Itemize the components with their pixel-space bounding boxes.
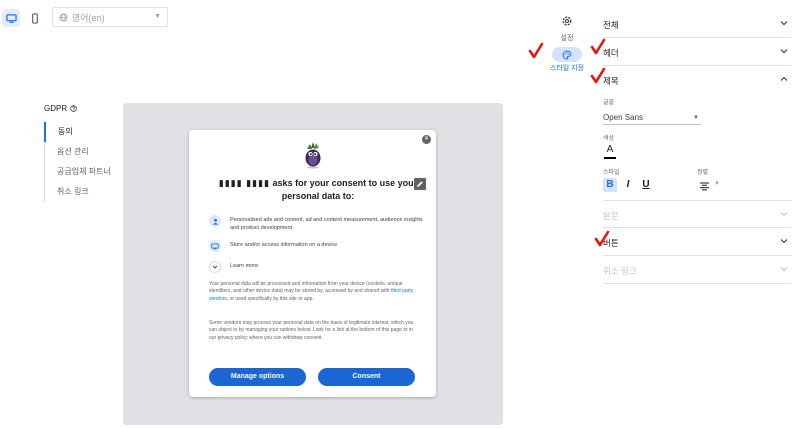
language-value: 영어(en) xyxy=(72,12,105,23)
gdpr-nav-list: 동의 옵션 관리 공급업체 파트너 취소 링크 xyxy=(44,122,114,202)
editor-root: 영어(en) ▼ 설정 스타일 지정 GDPR 동의 옵션 관리 공급업체 파트… xyxy=(0,0,800,428)
gdpr-title: GDPR xyxy=(44,102,114,114)
manage-options-button[interactable]: Manage options xyxy=(209,368,306,386)
align-label: 정렬 xyxy=(697,170,709,176)
check-mark-annotation xyxy=(528,42,544,59)
section-buttons[interactable]: 버튼 xyxy=(603,228,791,256)
consent-body-paragraph: Your personal data will be processed and… xyxy=(209,281,417,303)
purpose-text: Store and/or access information on a dev… xyxy=(230,242,338,248)
globe-icon xyxy=(59,12,68,22)
section-general[interactable]: 전체 xyxy=(603,10,791,38)
style-tab-pill xyxy=(552,47,582,62)
nav-item-vendor-partners[interactable]: 공급업체 파트너 xyxy=(45,162,114,182)
purpose-item: Store and/or access information on a dev… xyxy=(209,240,424,252)
chevron-down-icon xyxy=(780,21,788,26)
chevron-down-icon: ▼ xyxy=(714,181,720,187)
color-label: 색상 xyxy=(603,136,615,142)
chevron-down-icon xyxy=(780,212,788,217)
style-panel: 전체 헤더 제목 글꼴 Open Sans ▼ 색상 A 스타일 정렬 B I … xyxy=(603,0,791,428)
nav-item-manage-options[interactable]: 옵션 관리 xyxy=(45,142,114,162)
text-color-button[interactable]: A xyxy=(604,144,616,159)
check-mark-annotation xyxy=(590,67,606,84)
chevron-down-icon: ▼ xyxy=(693,115,699,121)
legitimate-interest-paragraph: Some vendors may process your personal d… xyxy=(209,320,414,341)
learn-more-link[interactable]: Learn more xyxy=(230,261,258,271)
alignment-select[interactable]: ▼ xyxy=(699,179,723,191)
underline-icon[interactable]: U xyxy=(639,178,653,192)
chevron-down-icon xyxy=(780,267,788,272)
device-icon xyxy=(209,240,221,252)
style-tab-label: 스타일 지정 xyxy=(549,65,585,72)
section-label: 본문 xyxy=(603,211,619,221)
headline-text: asks for your consent to use your person… xyxy=(272,178,418,201)
settings-tab-label: 설정 xyxy=(560,35,574,42)
person-icon xyxy=(209,215,221,227)
chevron-down-icon xyxy=(209,261,221,273)
edit-pencil-icon[interactable] xyxy=(414,178,426,190)
consent-button[interactable]: Consent xyxy=(318,368,415,386)
check-mark-annotation xyxy=(594,230,610,247)
bold-icon[interactable]: B xyxy=(603,178,617,192)
settings-tab[interactable]: 설정 xyxy=(552,14,582,43)
close-icon[interactable]: ✕ xyxy=(422,135,431,144)
desktop-icon xyxy=(5,13,17,23)
text-color-icon: A xyxy=(606,144,614,155)
font-value: Open Sans xyxy=(603,113,644,122)
mascot-logo xyxy=(305,142,321,169)
section-body: 본문 xyxy=(603,200,791,228)
section-label: 전체 xyxy=(603,20,619,30)
consent-dialog: ✕ ▮▮▮▮ ▮▮▮▮ asks for your consent to use… xyxy=(189,130,436,397)
desktop-preview-button[interactable] xyxy=(2,9,20,27)
section-revocation-link: 취소 링크 xyxy=(603,256,791,284)
purpose-text: Personalised ads and content, ad and con… xyxy=(230,217,423,231)
section-header[interactable]: 헤더 xyxy=(603,38,791,66)
brand-name: ▮▮▮▮ ▮▮▮▮ xyxy=(218,178,271,188)
align-center-icon xyxy=(700,182,709,191)
language-select[interactable]: 영어(en) ▼ xyxy=(52,7,168,27)
consent-headline: ▮▮▮▮ ▮▮▮▮ asks for your consent to use y… xyxy=(209,177,427,207)
chevron-down-icon: ▼ xyxy=(154,13,161,20)
body-text-part: , or used specifically by this site or a… xyxy=(226,295,314,302)
purpose-item: Personalised ads and content, ad and con… xyxy=(209,215,424,232)
mobile-preview-button[interactable] xyxy=(26,9,44,27)
style-label: 스타일 xyxy=(603,170,620,176)
check-mark-annotation xyxy=(590,38,606,55)
nav-item-revocation-link[interactable]: 취소 링크 xyxy=(45,182,114,202)
preview-canvas: ✕ ▮▮▮▮ ▮▮▮▮ asks for your consent to use… xyxy=(123,103,503,425)
font-label: 글꼴 xyxy=(603,100,615,106)
font-select[interactable]: Open Sans ▼ xyxy=(603,111,701,125)
section-title[interactable]: 제목 xyxy=(603,66,791,94)
chevron-down-icon xyxy=(780,49,788,54)
style-tab[interactable]: 스타일 지정 xyxy=(546,47,588,73)
italic-icon[interactable]: I xyxy=(621,178,635,192)
chevron-down-icon xyxy=(780,239,788,244)
help-icon[interactable] xyxy=(70,104,77,112)
learn-more-row[interactable]: Learn more xyxy=(209,261,424,273)
nav-item-consent[interactable]: 동의 xyxy=(44,122,114,142)
color-swatch-bar xyxy=(604,157,616,159)
gear-icon xyxy=(562,16,572,26)
gdpr-nav: GDPR 동의 옵션 관리 공급업체 파트너 취소 링크 xyxy=(44,102,114,202)
preview-toolbar: 영어(en) ▼ xyxy=(0,0,560,34)
mobile-icon xyxy=(32,12,38,24)
chevron-up-icon xyxy=(780,76,788,81)
palette-icon xyxy=(562,49,572,60)
body-text-part: Your personal data will be processed and… xyxy=(209,281,403,295)
section-label: 취소 링크 xyxy=(603,266,637,276)
gdpr-title-text: GDPR xyxy=(44,103,68,113)
